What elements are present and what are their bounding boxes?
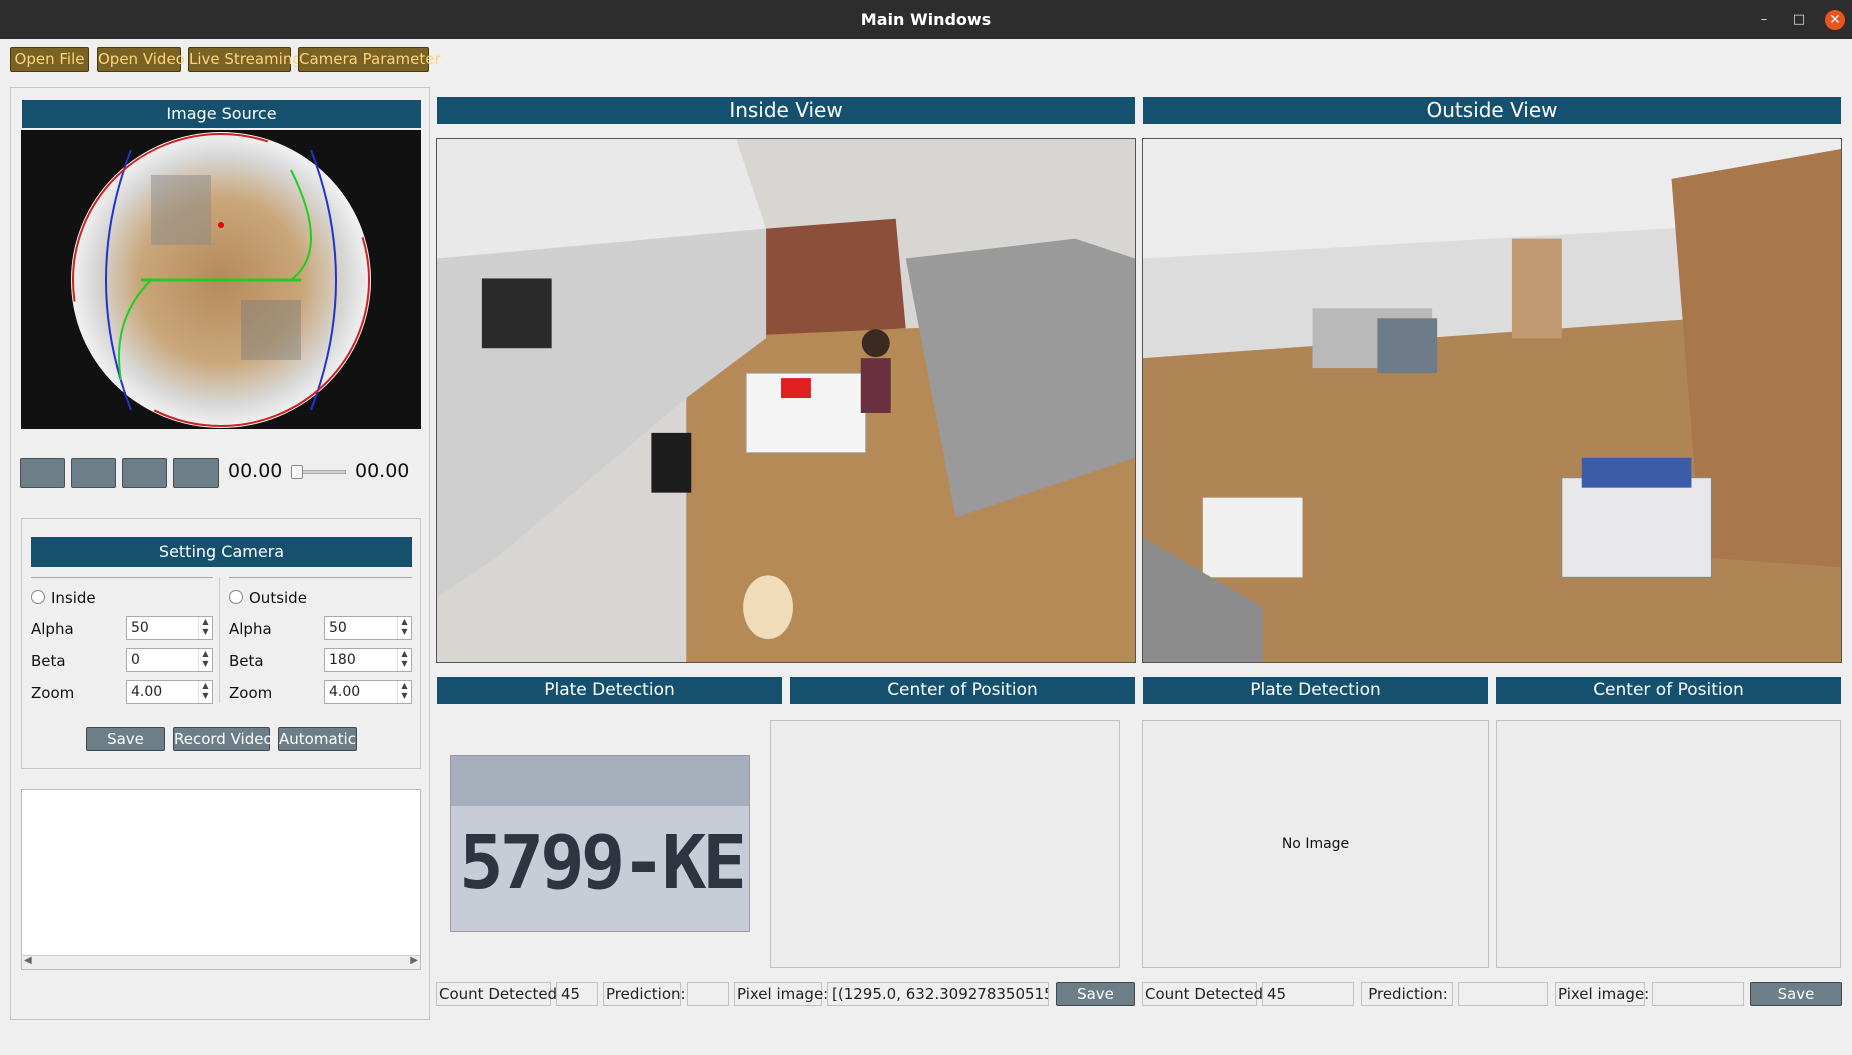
outside-center-position-header: Center of Position	[1496, 677, 1841, 704]
inside-pixel-label: Pixel image:	[734, 982, 828, 1006]
outside-zoom-label: Zoom	[229, 684, 273, 702]
record-video-button[interactable]: Record Video	[173, 727, 273, 751]
spin-arrows-icon[interactable]: ▲ ▼	[198, 617, 212, 639]
outside-view-header: Outside View	[1143, 97, 1841, 124]
close-icon[interactable]: ✕	[1825, 10, 1845, 30]
divider	[31, 577, 213, 578]
scroll-left-icon[interactable]: ◀	[24, 955, 32, 966]
play-button[interactable]	[20, 458, 65, 488]
open-video-button[interactable]: Open Video	[97, 47, 185, 72]
outside-view-image	[1142, 138, 1842, 663]
inside-count-field[interactable]: 45	[556, 982, 598, 1006]
outside-alpha-value: 50	[329, 620, 347, 636]
outside-pixel-label: Pixel image:	[1555, 982, 1649, 1006]
inside-beta-spinbox[interactable]: 0 ▲ ▼	[126, 648, 213, 672]
maximize-icon[interactable]: □	[1789, 10, 1809, 30]
time-end: 00.00	[355, 460, 410, 482]
outside-beta-spinbox[interactable]: 180 ▲ ▼	[324, 648, 412, 672]
inside-alpha-label: Alpha	[31, 620, 74, 638]
save-settings-button[interactable]: Save	[86, 727, 165, 751]
fisheye-image	[21, 130, 421, 429]
outside-count-field[interactable]: 45	[1262, 982, 1354, 1006]
horizontal-scrollbar[interactable]: ◀ ▶	[22, 955, 420, 969]
inside-center-position-box	[770, 720, 1120, 968]
outside-label: Outside	[249, 589, 307, 607]
camera-parameter-button[interactable]: Camera Parameter	[298, 47, 441, 72]
minimize-icon[interactable]: –	[1754, 10, 1774, 30]
inside-count-label: Count Detected:	[436, 982, 562, 1006]
spin-arrows-icon[interactable]: ▲ ▼	[397, 681, 411, 703]
plate-number: 5799-KE	[459, 820, 747, 906]
inside-save-button[interactable]: Save	[1056, 982, 1135, 1006]
no-image-label: No Image	[1281, 836, 1350, 852]
inside-beta-label: Beta	[31, 652, 66, 670]
outside-beta-label: Beta	[229, 652, 264, 670]
outside-save-button[interactable]: Save	[1750, 982, 1842, 1006]
outside-zoom-spinbox[interactable]: 4.00 ▲ ▼	[324, 680, 412, 704]
next-button[interactable]	[173, 458, 219, 488]
outside-zoom-value: 4.00	[329, 684, 361, 700]
outside-pixel-field[interactable]	[1652, 982, 1744, 1006]
live-streaming-button[interactable]: Live Streaming	[188, 47, 302, 72]
window-title: Main Windows	[860, 10, 992, 29]
plate-image: 5799-KE	[450, 755, 750, 932]
log-text-area[interactable]: ◀ ▶	[21, 789, 421, 970]
inside-zoom-spinbox[interactable]: 4.00 ▲ ▼	[126, 680, 213, 704]
stop-button[interactable]	[122, 458, 167, 488]
outside-center-position-box	[1496, 720, 1841, 968]
spin-arrows-icon[interactable]: ▲ ▼	[397, 649, 411, 671]
spin-arrows-icon[interactable]: ▲ ▼	[198, 649, 212, 671]
pause-button[interactable]	[71, 458, 116, 488]
inside-zoom-value: 4.00	[131, 684, 163, 700]
outside-radio[interactable]	[229, 590, 243, 604]
player-slider-handle[interactable]	[291, 465, 303, 479]
inside-prediction-label: Prediction:	[603, 982, 686, 1006]
inside-label: Inside	[51, 589, 96, 607]
image-source-header: Image Source	[22, 100, 421, 128]
time-start: 00.00	[228, 460, 283, 482]
outside-alpha-label: Alpha	[229, 620, 272, 638]
inside-center-position-header: Center of Position	[790, 677, 1135, 704]
inside-beta-value: 0	[131, 652, 140, 668]
inside-view-image	[436, 138, 1136, 663]
divider	[219, 577, 220, 703]
inside-view-header: Inside View	[437, 97, 1135, 124]
outside-plate-box: No Image	[1142, 720, 1489, 968]
outside-beta-value: 180	[329, 652, 356, 668]
title-bar: Main Windows – □ ✕	[0, 0, 1852, 39]
spin-arrows-icon[interactable]: ▲ ▼	[198, 681, 212, 703]
outside-plate-detection-header: Plate Detection	[1143, 677, 1488, 704]
automatic-button[interactable]: Automatic	[278, 727, 357, 751]
open-file-button[interactable]: Open File	[10, 47, 89, 72]
spin-arrows-icon[interactable]: ▲ ▼	[397, 617, 411, 639]
inside-pixel-field[interactable]: [(1295.0, 632.3092783505155)]	[827, 982, 1049, 1006]
outside-alpha-spinbox[interactable]: 50 ▲ ▼	[324, 616, 412, 640]
scroll-right-icon[interactable]: ▶	[410, 955, 418, 966]
divider	[229, 577, 412, 578]
setting-camera-header: Setting Camera	[31, 537, 412, 567]
inside-plate-detection-header: Plate Detection	[437, 677, 782, 704]
player-slider[interactable]	[291, 465, 346, 479]
plate-top-strip	[451, 756, 749, 806]
outside-prediction-label: Prediction:	[1361, 982, 1453, 1006]
outside-count-label: Count Detected:	[1142, 982, 1268, 1006]
inside-prediction-field[interactable]	[687, 982, 729, 1006]
inside-alpha-spinbox[interactable]: 50 ▲ ▼	[126, 616, 213, 640]
inside-alpha-value: 50	[131, 620, 149, 636]
inside-zoom-label: Zoom	[31, 684, 75, 702]
outside-prediction-field[interactable]	[1458, 982, 1548, 1006]
inside-radio[interactable]	[31, 590, 45, 604]
